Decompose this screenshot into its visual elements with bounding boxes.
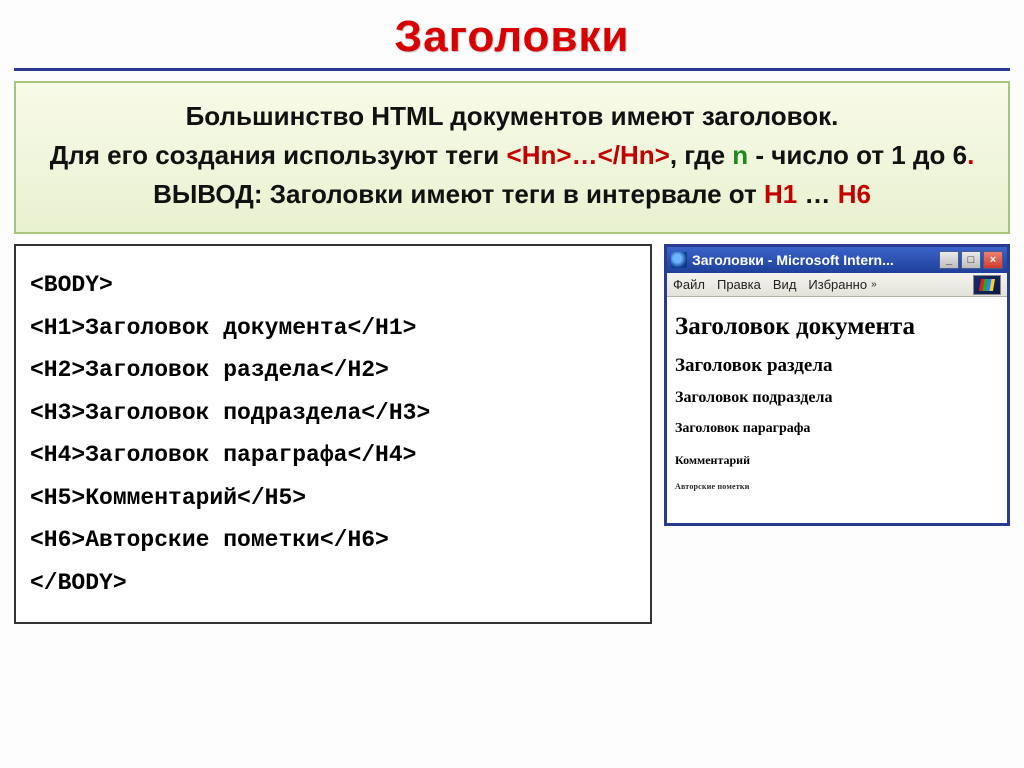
desc-l2-tail: - число от 1 до 6 bbox=[748, 140, 967, 170]
preview-h5: Комментарий bbox=[675, 453, 999, 468]
window-title: Заголовки - Microsoft Intern... bbox=[692, 252, 937, 268]
desc-l3-pre: ВЫВОД: Заголовки имеют теги в интервале … bbox=[153, 179, 764, 209]
preview-h3: Заголовок подраздела bbox=[675, 389, 999, 407]
preview-h4: Заголовок параграфа bbox=[675, 421, 999, 437]
ie-icon bbox=[671, 252, 687, 268]
range-h6: H6 bbox=[838, 179, 871, 209]
range-h1: H1 bbox=[764, 179, 797, 209]
browser-preview: Заголовки - Microsoft Intern... _ □ × Фа… bbox=[664, 244, 1010, 526]
preview-h2: Заголовок раздела bbox=[675, 355, 999, 377]
close-button[interactable]: × bbox=[983, 251, 1003, 269]
code-h6: <H6>Авторские пометки</H6> bbox=[30, 527, 389, 553]
range-ellipsis: … bbox=[797, 179, 837, 209]
browser-content: Заголовок документа Заголовок раздела За… bbox=[667, 297, 1007, 523]
minimize-button[interactable]: _ bbox=[939, 251, 959, 269]
code-body-open: <BODY> bbox=[30, 272, 113, 298]
desc-l2-pre: Для его создания используют теги bbox=[50, 140, 507, 170]
ie-throbber-icon bbox=[973, 275, 1001, 295]
windows-flag-icon bbox=[979, 279, 995, 291]
browser-menubar: Файл Правка Вид Избранно » bbox=[667, 273, 1007, 297]
tag-ellipsis: … bbox=[572, 140, 598, 170]
menu-view[interactable]: Вид bbox=[773, 277, 797, 292]
menu-favorites[interactable]: Избранно bbox=[808, 277, 867, 292]
code-h1: <H1>Заголовок документа</H1> bbox=[30, 315, 416, 341]
menu-edit[interactable]: Правка bbox=[717, 277, 761, 292]
code-sample: <BODY> <H1>Заголовок документа</H1> <H2>… bbox=[14, 244, 652, 624]
desc-l2-post: , где bbox=[670, 140, 732, 170]
code-h2: <H2>Заголовок раздела</H2> bbox=[30, 357, 389, 383]
desc-l2-dot: . bbox=[967, 140, 974, 170]
menu-overflow-icon[interactable]: » bbox=[871, 279, 875, 290]
desc-line-1: Большинство HTML документов имеют заголо… bbox=[28, 97, 996, 136]
description-box: Большинство HTML документов имеют заголо… bbox=[14, 81, 1010, 234]
code-h4: <H4>Заголовок параграфа</H4> bbox=[30, 442, 416, 468]
desc-line-3: ВЫВОД: Заголовки имеют теги в интервале … bbox=[28, 175, 996, 214]
preview-h6: Авторские пометки bbox=[675, 482, 999, 491]
var-n: n bbox=[732, 140, 748, 170]
preview-h1: Заголовок документа bbox=[675, 313, 999, 341]
tag-hn-open: <Hn> bbox=[507, 140, 572, 170]
menu-file[interactable]: Файл bbox=[673, 277, 705, 292]
maximize-button[interactable]: □ bbox=[961, 251, 981, 269]
browser-titlebar: Заголовки - Microsoft Intern... _ □ × bbox=[667, 247, 1007, 273]
tag-hn-close: </Hn> bbox=[598, 140, 670, 170]
code-h5: <H5>Комментарий</H5> bbox=[30, 485, 306, 511]
desc-line-2: Для его создания используют теги <Hn>…</… bbox=[28, 136, 996, 175]
code-h3: <H3>Заголовок подраздела</H3> bbox=[30, 400, 430, 426]
code-body-close: </BODY> bbox=[30, 570, 127, 596]
title-underline bbox=[14, 68, 1010, 71]
slide-title: Заголовки bbox=[14, 12, 1010, 62]
